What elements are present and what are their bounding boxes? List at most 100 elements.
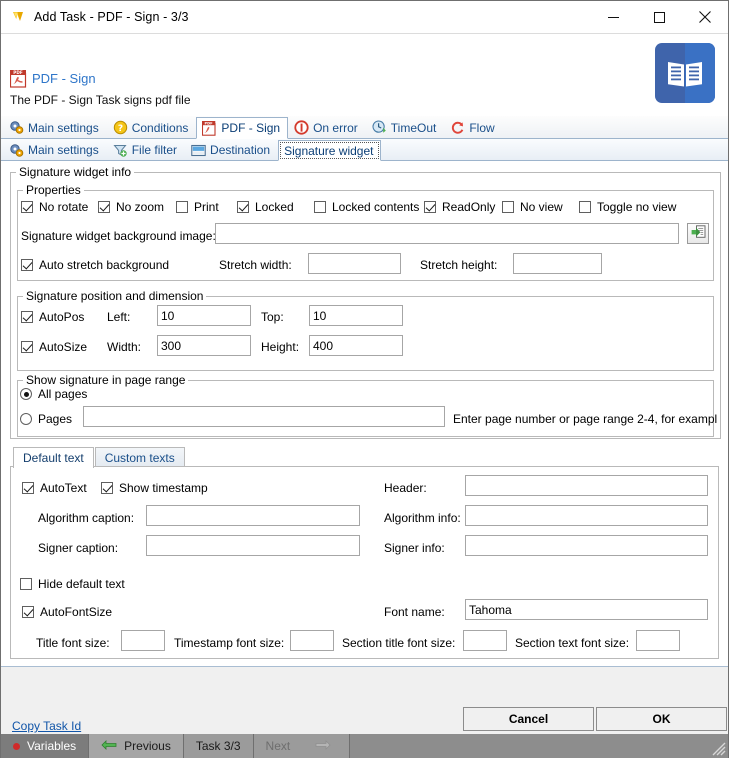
height-label: Height: [261, 340, 300, 354]
svg-text:?: ? [118, 124, 123, 134]
background-image-label: Signature widget background image: [21, 229, 216, 243]
checkbox-print[interactable]: Print [176, 200, 219, 214]
header-input[interactable] [465, 475, 708, 496]
section-title-font-size-label: Section title font size: [342, 636, 456, 650]
algorithm-caption-input[interactable] [146, 505, 360, 526]
checkbox-box [424, 201, 436, 213]
subtab-label: File filter [131, 143, 178, 157]
top-input[interactable] [309, 305, 403, 326]
checkbox-locked[interactable]: Locked [237, 200, 294, 214]
checkbox-box [176, 201, 188, 213]
timestamp-font-size-input[interactable] [290, 630, 334, 651]
algorithm-info-input[interactable] [465, 505, 708, 526]
tab-default-text[interactable]: Default text [13, 447, 94, 468]
tab-label: On error [313, 120, 358, 135]
checkbox-label: Hide default text [38, 577, 125, 591]
stretch-width-input[interactable] [308, 253, 401, 274]
checkbox-label: AutoPos [39, 310, 85, 324]
checkbox-autofontsize[interactable]: AutoFontSize [22, 605, 112, 619]
checkbox-auto-stretch-background[interactable]: Auto stretch background [21, 258, 169, 272]
radio-dot [20, 413, 32, 425]
tab-label: Conditions [131, 120, 189, 135]
pdf-icon: PDF [202, 120, 217, 136]
checkbox-locked-contents[interactable]: Locked contents [314, 200, 419, 214]
checkbox-readonly[interactable]: ReadOnly [424, 200, 495, 214]
pages-input[interactable] [83, 406, 445, 427]
tab-custom-texts[interactable]: Custom texts [94, 447, 185, 467]
checkbox-show-timestamp[interactable]: Show timestamp [101, 481, 208, 495]
tab-flow[interactable]: Flow [444, 116, 502, 138]
timestamp-font-size-label: Timestamp font size: [174, 636, 285, 650]
title-font-size-input[interactable] [121, 630, 165, 651]
algorithm-caption-label: Algorithm caption: [38, 511, 135, 525]
tab-pdf-sign[interactable]: PDF PDF - Sign [196, 117, 289, 139]
checkbox-autopos[interactable]: AutoPos [21, 310, 84, 324]
checkbox-label: Toggle no view [597, 200, 677, 214]
left-input[interactable] [157, 305, 251, 326]
signer-caption-input[interactable] [146, 535, 360, 556]
question-icon: ? [113, 120, 128, 135]
checkbox-label: AutoText [40, 481, 87, 495]
cancel-button[interactable]: Cancel [463, 707, 594, 731]
tab-label: Default text [23, 451, 84, 465]
subtab-file-filter[interactable]: File filter [107, 139, 185, 160]
status-bar-filler [350, 734, 728, 758]
tab-conditions[interactable]: ? Conditions [107, 116, 197, 138]
checkbox-no-view[interactable]: No view [502, 200, 563, 214]
minimize-button[interactable] [590, 1, 636, 33]
status-label: Previous [124, 739, 171, 753]
maximize-button[interactable] [636, 1, 682, 33]
width-input[interactable] [157, 335, 251, 356]
section-text-font-size-input[interactable] [636, 630, 680, 651]
ok-button[interactable]: OK [596, 707, 727, 731]
copy-task-id-link[interactable]: Copy Task Id [12, 719, 81, 733]
checkbox-hide-default-text[interactable]: Hide default text [20, 577, 125, 591]
checkbox-autosize[interactable]: AutoSize [21, 340, 87, 354]
book-icon[interactable] [655, 43, 715, 103]
tab-main-settings[interactable]: Main settings [3, 116, 107, 138]
text-tab-container: Default text Custom texts AutoText Show … [10, 446, 719, 659]
checkbox-toggle-no-view[interactable]: Toggle no view [579, 200, 676, 214]
checkbox-label: AutoFontSize [40, 605, 113, 619]
section-title-font-size-input[interactable] [463, 630, 507, 651]
group-signature-position: Signature position and dimension [17, 289, 714, 371]
checkbox-label: Show timestamp [119, 481, 208, 495]
radio-all-pages[interactable]: All pages [20, 387, 87, 401]
checkbox-label: AutoSize [39, 340, 88, 354]
status-variables-button[interactable]: Variables [1, 734, 90, 758]
tab-timeout[interactable]: TimeOut [366, 116, 445, 138]
algorithm-info-label: Algorithm info: [384, 511, 461, 525]
status-next-button[interactable]: Next [253, 734, 351, 758]
subtab-main-settings[interactable]: Main settings [3, 139, 107, 160]
font-name-input[interactable] [465, 599, 708, 620]
resize-grip[interactable] [712, 742, 726, 756]
limagito-icon [11, 9, 27, 25]
arrow-left-icon [101, 739, 117, 753]
close-button[interactable] [682, 1, 728, 33]
background-image-input[interactable] [215, 223, 679, 244]
checkbox-box [579, 201, 591, 213]
checkbox-label: No view [520, 200, 563, 214]
page-range-hint: Enter page number or page range 2-4, for… [453, 412, 718, 426]
checkbox-box [21, 259, 33, 271]
checkbox-box [21, 201, 33, 213]
subtab-destination[interactable]: Destination [185, 139, 278, 160]
radio-pages[interactable]: Pages [20, 412, 72, 426]
open-file-icon [691, 225, 706, 242]
height-input[interactable] [309, 335, 403, 356]
secondary-tab-strip: Main settings File filter Destination Si… [1, 139, 728, 161]
tab-on-error[interactable]: On error [288, 116, 366, 138]
radio-label: All pages [38, 387, 88, 401]
subtab-signature-widget[interactable]: Signature widget [278, 140, 382, 161]
checkbox-no-rotate[interactable]: No rotate [21, 200, 88, 214]
signer-info-input[interactable] [465, 535, 708, 556]
signer-info-label: Signer info: [384, 541, 445, 555]
checkbox-no-zoom[interactable]: No zoom [98, 200, 164, 214]
tab-label: TimeOut [390, 120, 437, 135]
stretch-height-input[interactable] [513, 253, 602, 274]
pdf-icon: PDF [9, 70, 27, 88]
status-previous-button[interactable]: Previous [89, 734, 184, 758]
browse-background-image-button[interactable] [687, 223, 709, 244]
checkbox-autotext[interactable]: AutoText [22, 481, 87, 495]
checkbox-box [22, 606, 34, 618]
